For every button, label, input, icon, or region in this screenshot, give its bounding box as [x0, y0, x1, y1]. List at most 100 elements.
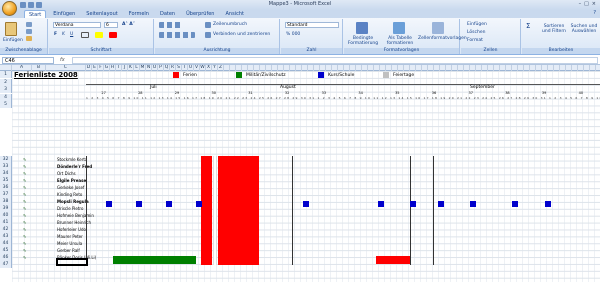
row-header[interactable]: 35: [0, 177, 12, 184]
row-header[interactable]: 2: [0, 78, 12, 86]
comment-marker-icon[interactable]: ✎: [23, 157, 26, 162]
sort-filter-button[interactable]: Sortieren und Filtern: [540, 24, 568, 34]
insert-cells-button[interactable]: Einfügen: [467, 22, 487, 27]
ferien-block[interactable]: [218, 156, 259, 265]
conditional-format-button[interactable]: Bedingte Formatierung: [346, 36, 380, 46]
kurs-block[interactable]: [410, 201, 416, 207]
row-header[interactable]: 44: [0, 240, 12, 247]
row-header[interactable]: 46: [0, 254, 12, 261]
tab-daten[interactable]: Daten: [156, 10, 179, 18]
row-header[interactable]: 4: [0, 93, 12, 101]
row-header[interactable]: 32: [0, 156, 12, 163]
feiertag-block[interactable]: [213, 156, 217, 265]
number-format-combo[interactable]: Standard: [285, 22, 339, 28]
format-table-icon[interactable]: [393, 22, 405, 34]
help-icon[interactable]: ?: [593, 10, 596, 16]
row-header[interactable]: 1: [0, 71, 12, 78]
delete-cells-button[interactable]: Löschen: [467, 30, 485, 35]
font-name-combo[interactable]: Verdana: [53, 22, 101, 28]
militaer-block[interactable]: [113, 256, 196, 264]
italic-button[interactable]: K: [62, 32, 65, 37]
kurs-block[interactable]: [303, 201, 309, 207]
row-header[interactable]: 36: [0, 184, 12, 191]
comment-marker-icon[interactable]: ✎: [23, 241, 26, 246]
comment-marker-icon[interactable]: ✎: [23, 220, 26, 225]
indent-icons[interactable]: [159, 32, 195, 38]
comment-marker-icon[interactable]: ✎: [23, 213, 26, 218]
wrap-text-button[interactable]: Zeilenumbruch: [213, 22, 247, 27]
kurs-block[interactable]: [378, 201, 384, 207]
merge-icon[interactable]: [205, 32, 211, 38]
wrap-text-icon[interactable]: [205, 22, 211, 28]
row-header[interactable]: 42: [0, 226, 12, 233]
minimize-button[interactable]: –: [579, 1, 582, 7]
paste-icon[interactable]: [5, 22, 17, 36]
ferien-block[interactable]: [201, 156, 212, 265]
format-table-button[interactable]: Als Tabelle formatieren: [384, 36, 416, 46]
kurs-block[interactable]: [196, 201, 202, 207]
bold-button[interactable]: F: [54, 32, 57, 37]
ferien-block[interactable]: [376, 256, 410, 264]
kurs-block[interactable]: [512, 201, 518, 207]
kurs-block[interactable]: [545, 201, 551, 207]
merge-center-button[interactable]: Verbinden und zentrieren: [213, 32, 270, 37]
row-header[interactable]: 43: [0, 233, 12, 240]
row-header[interactable]: 3: [0, 86, 12, 93]
row-header[interactable]: 37: [0, 191, 12, 198]
underline-button[interactable]: U: [70, 32, 73, 37]
conditional-format-icon[interactable]: [356, 22, 368, 34]
comment-marker-icon[interactable]: ✎: [23, 192, 26, 197]
tab-start[interactable]: Start: [24, 10, 47, 18]
undo-icon[interactable]: [28, 2, 34, 8]
formula-input[interactable]: [72, 57, 598, 64]
comment-marker-icon[interactable]: ✎: [23, 227, 26, 232]
kurs-block[interactable]: [470, 201, 476, 207]
row-header[interactable]: 34: [0, 170, 12, 177]
kurs-block[interactable]: [166, 201, 172, 207]
fill-color-icon[interactable]: [95, 32, 103, 38]
autosum-button[interactable]: Σ: [526, 22, 530, 30]
comment-marker-icon[interactable]: ✎: [23, 185, 26, 190]
row-header[interactable]: 45: [0, 247, 12, 254]
comment-marker-icon[interactable]: ✎: [23, 171, 26, 176]
fx-icon[interactable]: fx: [60, 57, 65, 63]
row-header[interactable]: 41: [0, 219, 12, 226]
tab-ueberpruefen[interactable]: Überprüfen: [182, 10, 218, 18]
kurs-block[interactable]: [136, 201, 142, 207]
row-header[interactable]: 5: [0, 101, 12, 108]
tab-einfuegen[interactable]: Einfügen: [49, 10, 79, 18]
row-header[interactable]: 39: [0, 205, 12, 212]
font-size-combo[interactable]: 6: [104, 22, 118, 28]
copy-icon[interactable]: [26, 29, 32, 34]
row-header[interactable]: 47: [0, 261, 12, 268]
format-cells-button[interactable]: Format: [467, 38, 483, 43]
cell-styles-button[interactable]: Zellenformatvorlagen: [418, 36, 467, 41]
align-icons[interactable]: [159, 22, 183, 28]
active-cell[interactable]: [56, 258, 88, 266]
maximize-button[interactable]: □: [584, 1, 589, 7]
redo-icon[interactable]: [36, 2, 42, 8]
tab-seitenlayout[interactable]: Seitenlayout: [82, 10, 121, 18]
cut-icon[interactable]: [26, 22, 32, 27]
percent-button[interactable]: % 000: [286, 32, 300, 37]
worksheet-grid[interactable]: [12, 71, 600, 282]
comment-marker-icon[interactable]: ✎: [23, 255, 26, 260]
tab-formeln[interactable]: Formeln: [125, 10, 153, 18]
row-header[interactable]: 33: [0, 163, 12, 170]
paste-button[interactable]: Einfügen: [3, 38, 23, 43]
comment-marker-icon[interactable]: ✎: [23, 234, 26, 239]
grow-font-icon[interactable]: A˄ A˅: [122, 22, 135, 27]
close-button[interactable]: ×: [592, 1, 596, 7]
row-header[interactable]: 38: [0, 198, 12, 205]
font-color-icon[interactable]: [109, 32, 117, 38]
row-header[interactable]: 40: [0, 212, 12, 219]
kurs-block[interactable]: [438, 201, 444, 207]
name-box[interactable]: C46: [2, 57, 54, 64]
kurs-block[interactable]: [106, 201, 112, 207]
comment-marker-icon[interactable]: ✎: [23, 199, 26, 204]
office-button[interactable]: [2, 1, 17, 16]
format-painter-icon[interactable]: [26, 36, 32, 41]
save-icon[interactable]: [20, 2, 26, 8]
comment-marker-icon[interactable]: ✎: [23, 164, 26, 169]
comment-marker-icon[interactable]: ✎: [23, 206, 26, 211]
